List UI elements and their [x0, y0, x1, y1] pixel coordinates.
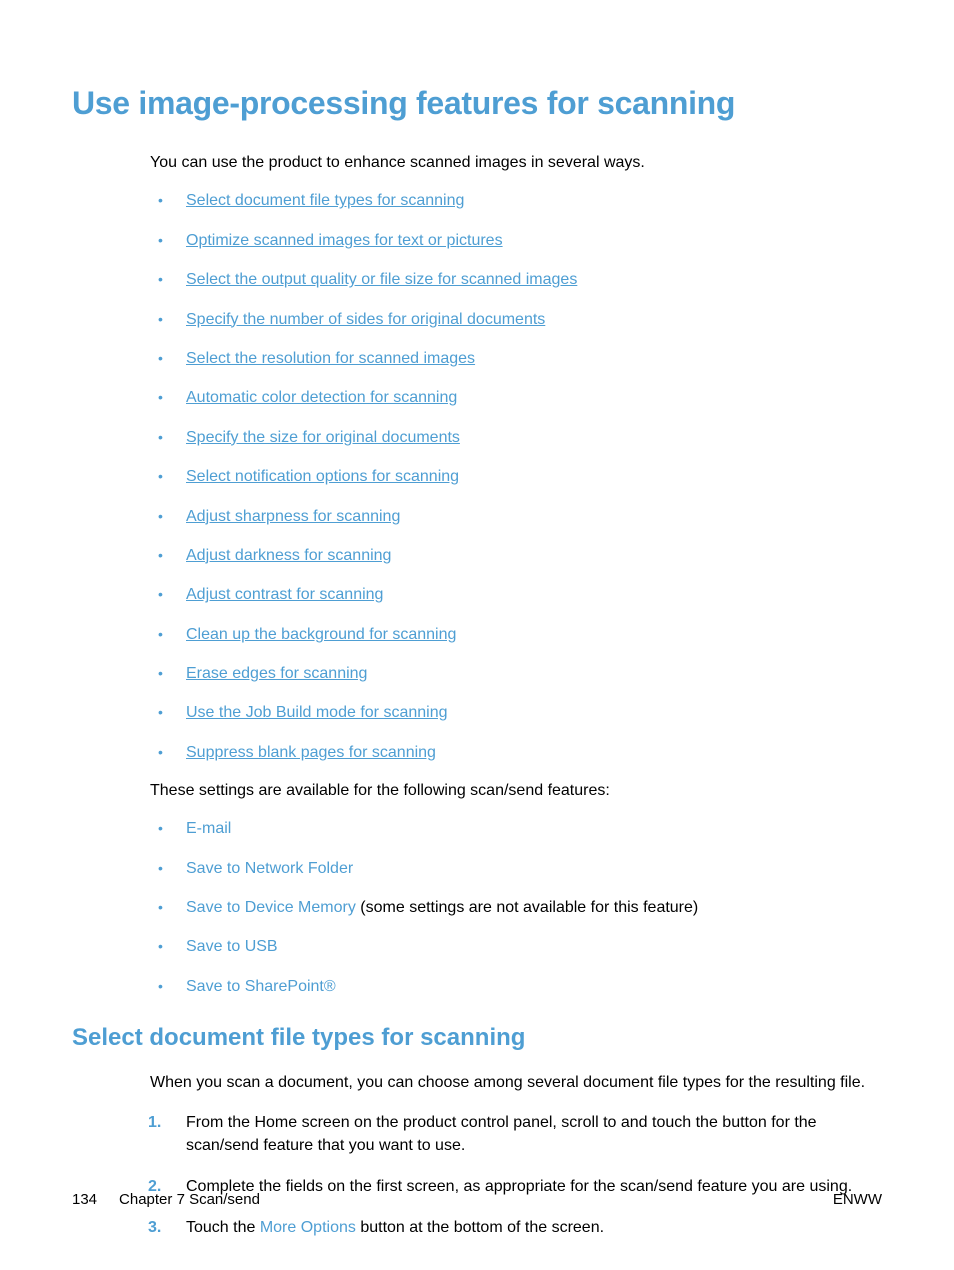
- step-item: From the Home screen on the product cont…: [142, 1111, 882, 1157]
- toc-link[interactable]: Adjust sharpness for scanning: [186, 508, 400, 525]
- toc-item: Select notification options for scanning: [150, 466, 882, 488]
- list-item: E-mail: [150, 818, 882, 840]
- toc-link[interactable]: Adjust contrast for scanning: [186, 586, 383, 603]
- feature-name: Save to USB: [186, 938, 278, 955]
- toc-link[interactable]: Suppress blank pages for scanning: [186, 744, 436, 761]
- page-title: Use image-processing features for scanni…: [72, 85, 882, 122]
- availability-note: These settings are available for the fol…: [150, 782, 882, 800]
- toc-item: Automatic color detection for scanning: [150, 387, 882, 409]
- toc-link[interactable]: Adjust darkness for scanning: [186, 547, 391, 564]
- toc-link[interactable]: Specify the size for original documents: [186, 429, 460, 446]
- feature-name: E-mail: [186, 820, 231, 837]
- toc-item: Specify the number of sides for original…: [150, 309, 882, 331]
- toc-link[interactable]: Optimize scanned images for text or pict…: [186, 232, 503, 249]
- toc-link[interactable]: Erase edges for scanning: [186, 665, 367, 682]
- feature-name: Save to SharePoint®: [186, 978, 336, 995]
- toc-item: Erase edges for scanning: [150, 663, 882, 685]
- feature-name: Save to Network Folder: [186, 860, 353, 877]
- footer-left: 134 Chapter 7 Scan/send: [72, 1191, 260, 1208]
- feature-name: Save to Device Memory: [186, 899, 356, 916]
- intro-paragraph: You can use the product to enhance scann…: [150, 152, 882, 174]
- toc-link[interactable]: Use the Job Build mode for scanning: [186, 704, 447, 721]
- toc-item: Use the Job Build mode for scanning: [150, 702, 882, 724]
- toc-item: Specify the size for original documents: [150, 427, 882, 449]
- toc-link[interactable]: Specify the number of sides for original…: [186, 311, 545, 328]
- chapter-label: Chapter 7 Scan/send: [119, 1191, 260, 1208]
- footer-right: ENWW: [833, 1191, 882, 1208]
- section-intro: When you scan a document, you can choose…: [150, 1072, 882, 1094]
- steps-list: From the Home screen on the product cont…: [142, 1111, 882, 1240]
- toc-item: Adjust sharpness for scanning: [150, 506, 882, 528]
- list-item: Save to SharePoint®: [150, 976, 882, 998]
- toc-link-list: Select document file types for scanning …: [150, 190, 882, 764]
- toc-item: Adjust contrast for scanning: [150, 584, 882, 606]
- list-item: Save to Network Folder: [150, 858, 882, 880]
- toc-link[interactable]: Clean up the background for scanning: [186, 626, 456, 643]
- toc-item: Adjust darkness for scanning: [150, 545, 882, 567]
- list-item: Save to USB: [150, 936, 882, 958]
- toc-item: Optimize scanned images for text or pict…: [150, 230, 882, 252]
- toc-item: Suppress blank pages for scanning: [150, 742, 882, 764]
- toc-link[interactable]: Select the resolution for scanned images: [186, 350, 475, 367]
- page-number: 134: [72, 1191, 97, 1208]
- toc-link[interactable]: Select document file types for scanning: [186, 192, 464, 209]
- toc-link[interactable]: Select notification options for scanning: [186, 468, 459, 485]
- step-text-pre: Touch the: [186, 1219, 260, 1236]
- section-title: Select document file types for scanning: [72, 1024, 882, 1052]
- toc-link[interactable]: Select the output quality or file size f…: [186, 271, 577, 288]
- feature-extra: (some settings are not available for thi…: [356, 899, 698, 916]
- toc-item: Select the resolution for scanned images: [150, 348, 882, 370]
- toc-link[interactable]: Automatic color detection for scanning: [186, 389, 457, 406]
- page-footer: 134 Chapter 7 Scan/send ENWW: [72, 1191, 882, 1208]
- list-item: Save to Device Memory (some settings are…: [150, 897, 882, 919]
- toc-item: Select the output quality or file size f…: [150, 269, 882, 291]
- toc-item: Clean up the background for scanning: [150, 624, 882, 646]
- step-item: Touch the More Options button at the bot…: [142, 1216, 882, 1239]
- ui-button-label: More Options: [260, 1219, 356, 1236]
- toc-item: Select document file types for scanning: [150, 190, 882, 212]
- feature-list: E-mail Save to Network Folder Save to De…: [150, 818, 882, 998]
- document-page: Use image-processing features for scanni…: [0, 0, 954, 1270]
- step-text-post: button at the bottom of the screen.: [356, 1219, 604, 1236]
